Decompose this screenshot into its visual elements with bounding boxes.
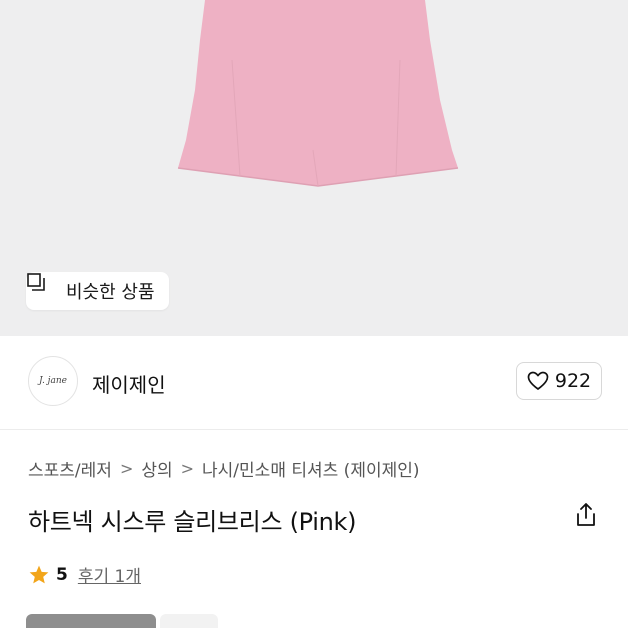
breadcrumb-item-tops[interactable]: 상의 xyxy=(141,456,172,481)
star-icon xyxy=(29,565,49,583)
seller-avatar[interactable]: J. jane xyxy=(28,356,78,406)
seller-name[interactable]: 제이제인 xyxy=(92,369,166,398)
similar-items-icon xyxy=(27,273,58,301)
breadcrumb-item-sports[interactable]: 스포츠/레저 xyxy=(28,456,112,481)
rating-score: 5 xyxy=(56,564,68,585)
chevron-right-icon: > xyxy=(119,459,134,478)
heart-icon xyxy=(527,371,549,390)
share-icon[interactable] xyxy=(574,502,598,528)
product-image[interactable]: 비슷한 상품 xyxy=(0,0,628,336)
seller-avatar-text: J. jane xyxy=(39,376,67,386)
rating-row: 5 후기 1개 xyxy=(28,562,141,587)
breadcrumb-item-sleeveless[interactable]: 나시/민소매 티셔츠 (제이제인) xyxy=(202,456,419,481)
chevron-right-icon: > xyxy=(180,459,195,478)
option-chip[interactable] xyxy=(160,614,218,628)
breadcrumb: 스포츠/레저 > 상의 > 나시/민소매 티셔츠 (제이제인) xyxy=(28,456,420,481)
similar-products-button[interactable]: 비슷한 상품 xyxy=(26,272,169,310)
reviews-link[interactable]: 후기 1개 xyxy=(78,562,141,587)
product-title: 하트넥 시스루 슬리브리스 (Pink) xyxy=(28,508,357,536)
like-count: 922 xyxy=(554,370,592,392)
like-button[interactable]: 922 xyxy=(516,362,602,400)
similar-products-label: 비슷한 상품 xyxy=(66,282,155,303)
option-chip[interactable] xyxy=(26,614,156,628)
